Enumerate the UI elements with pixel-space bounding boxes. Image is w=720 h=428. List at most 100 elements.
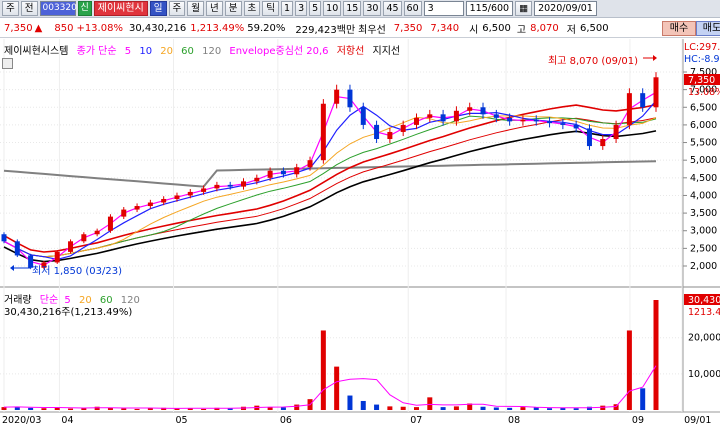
interval-1-button[interactable]: 1 — [281, 1, 294, 16]
candle-up — [68, 241, 74, 252]
interval-30-button[interactable]: 30 — [363, 1, 382, 16]
lc-label: LC:297. — [684, 42, 720, 53]
stock-name[interactable]: 제이씨현시 — [93, 1, 148, 16]
price-tick-label: 2,500 — [690, 243, 717, 254]
period-second-button[interactable]: 초 — [243, 1, 261, 16]
volume-value: 30,430,216 — [128, 22, 187, 34]
current-pct-axis: 13.08% — [688, 87, 720, 98]
candle-down — [440, 114, 446, 122]
month-label: 06 — [280, 415, 292, 426]
candle-up — [241, 181, 247, 187]
volume-bar-up — [413, 407, 419, 410]
candle-up — [653, 77, 659, 108]
grid — [0, 39, 683, 412]
candle-up — [467, 107, 473, 111]
candle-up — [147, 202, 153, 207]
volume-bar-down — [507, 407, 513, 410]
candle-down — [533, 119, 539, 122]
volume-bar-up — [68, 408, 74, 410]
volume-bar-up — [626, 330, 632, 410]
candle-down — [227, 184, 233, 187]
ma5-label: 5 — [124, 46, 132, 57]
period-day-button[interactable]: 일 — [149, 1, 167, 16]
high-annotation: 최고 8,070 (09/01) — [548, 56, 639, 67]
sell-button[interactable]: 매도 — [696, 21, 720, 36]
candle-up — [294, 167, 300, 175]
price-tick-label: 3,500 — [690, 208, 717, 219]
month-label: 07 — [410, 415, 422, 426]
high-arrowhead-icon — [653, 55, 657, 61]
volume-bar-down — [440, 407, 446, 410]
volume-bar-up — [387, 406, 393, 410]
volume-bar-down — [480, 406, 486, 410]
candle-down — [640, 93, 646, 108]
ma-label: 종가 단순 — [76, 46, 117, 57]
high-label: 고 — [516, 24, 527, 36]
up-arrow-icon: ▲ — [34, 22, 43, 34]
stock-title: 제이씨현시스템 — [4, 46, 69, 57]
volume-bar-down — [280, 407, 286, 410]
period-tick-button[interactable]: 틱 — [262, 1, 280, 16]
candle-up — [613, 124, 619, 140]
stock-code-input[interactable]: 003320 — [39, 1, 77, 16]
candle-down — [1, 234, 7, 242]
volume-pct: 1,213.49% — [190, 22, 245, 34]
period-year-button[interactable]: 년 — [206, 1, 223, 16]
candle-up — [54, 251, 60, 263]
price-change-pct: +13.08% — [76, 22, 123, 34]
period-minute-button[interactable]: 분 — [224, 1, 242, 16]
volume-bar-up — [201, 408, 207, 410]
best-price-label: 최우선 — [358, 24, 386, 36]
volume-bar-down — [28, 407, 34, 410]
period-month-button[interactable]: 월 — [187, 1, 205, 16]
candle-down — [480, 107, 486, 115]
date-input[interactable]: 2020/09/01 — [534, 1, 597, 16]
quote-bar: 7,350 ▲ 850 +13.08% 30,430,216 1,213.49%… — [0, 19, 720, 38]
candle-up — [267, 170, 273, 178]
interval-15-button[interactable]: 15 — [343, 1, 362, 16]
candle-up — [453, 110, 459, 122]
ma120-line — [3, 160, 657, 188]
volume-current-pct: 1213.49 — [688, 307, 720, 318]
candle-up — [254, 177, 260, 182]
prev-button[interactable]: 전 — [20, 1, 38, 16]
candle-up — [600, 139, 606, 147]
open-price: 6,500 — [482, 22, 511, 34]
candle-up — [400, 124, 406, 132]
pane-menu-icon[interactable] — [2, 58, 13, 69]
interval-5-button[interactable]: 5 — [309, 1, 322, 16]
candle-down — [14, 241, 20, 256]
volume-bar-up — [453, 406, 459, 410]
buy-button[interactable]: 매수 — [662, 21, 696, 36]
candle-down — [493, 114, 499, 118]
zoom-icon[interactable]: ▦ — [515, 1, 533, 16]
period-week-button[interactable]: 주 — [168, 1, 186, 16]
moving-averages — [3, 91, 657, 266]
price-tick-label: 5,500 — [690, 138, 717, 149]
volume-value-label: 30,430,216주(1,213.49%) — [4, 307, 133, 318]
y-axis-ticks: 7,5007,0006,5006,0005,5005,0004,5004,000… — [683, 67, 720, 380]
toggle-week-button[interactable]: 주 — [2, 1, 19, 16]
support-label: 지지선 — [372, 46, 401, 57]
ma20-label: 20 — [160, 46, 173, 57]
volume-bar-up — [334, 366, 340, 410]
price-tick-label: 6,500 — [690, 102, 717, 113]
volume-current-marker-text: 30,430 — [688, 295, 720, 306]
interval-60-button[interactable]: 60 — [403, 1, 422, 16]
current-price: 7,350 — [4, 22, 33, 34]
candle-down — [360, 107, 366, 125]
low-label: 저 — [566, 24, 576, 36]
price-tick-label: 4,000 — [690, 190, 717, 201]
volume-bar-up — [134, 408, 140, 410]
interval-3-button[interactable]: 3 — [295, 1, 308, 16]
interval-45-button[interactable]: 45 — [383, 1, 402, 16]
candle-up — [413, 117, 419, 125]
candle-up — [427, 114, 433, 118]
interval-10-button[interactable]: 10 — [323, 1, 342, 16]
count-input[interactable]: 3 — [423, 1, 464, 16]
candle-up — [387, 131, 393, 140]
ma60-line — [3, 115, 657, 258]
volume-bar-down — [640, 388, 646, 410]
month-label: 08 — [508, 415, 520, 426]
volume-tick-label: 10,000 — [688, 369, 720, 380]
